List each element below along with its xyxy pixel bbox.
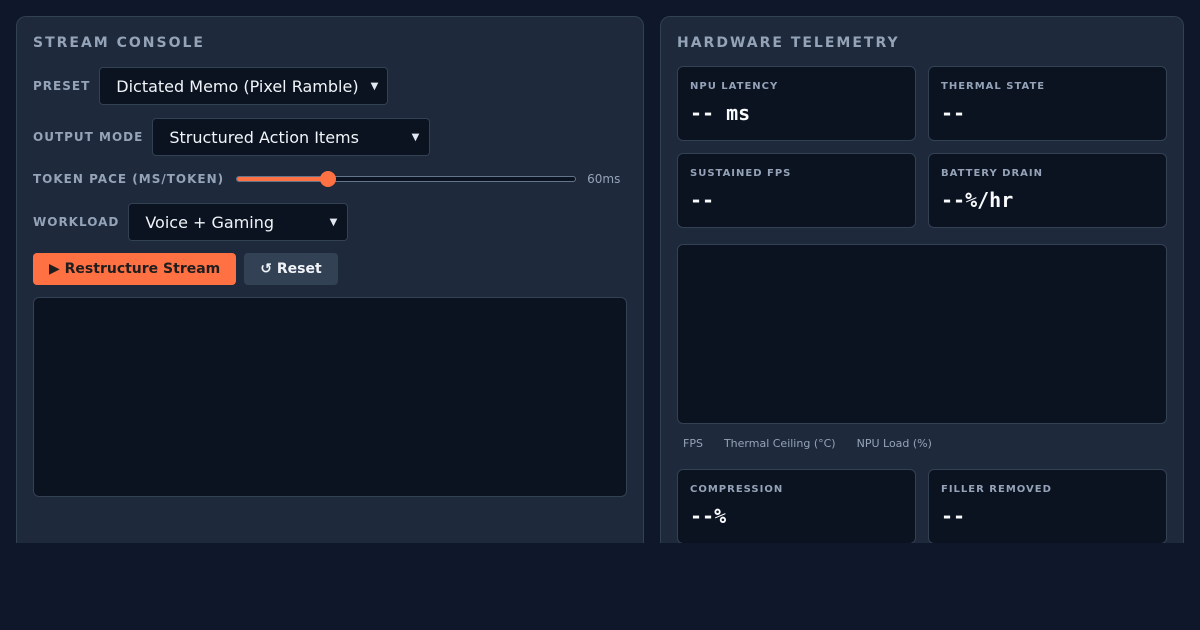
legend-item-npu-load: NPU Load (%) bbox=[856, 437, 932, 450]
stream-output-box bbox=[33, 297, 627, 497]
sustained-fps-card: SUSTAINED FPS -- bbox=[677, 153, 916, 228]
action-buttons: ▶ Restructure Stream ↺ Reset bbox=[33, 253, 338, 285]
legend-item-fps: FPS bbox=[683, 437, 703, 450]
preset-select[interactable]: Dictated Memo (Pixel Ramble) ▼ bbox=[99, 67, 389, 105]
workload-label: WORKLOAD bbox=[33, 215, 120, 229]
restructure-stream-button[interactable]: ▶ Restructure Stream bbox=[33, 253, 237, 285]
slider-thumb[interactable] bbox=[320, 171, 337, 187]
metric-value: --%/hr bbox=[941, 188, 1014, 212]
reset-button[interactable]: ↺ Reset bbox=[244, 253, 338, 285]
thermal-state-card: THERMAL STATE -- bbox=[928, 66, 1167, 141]
metric-label: SUSTAINED FPS bbox=[690, 168, 792, 179]
metric-value: -- bbox=[941, 504, 966, 528]
panel-title: STREAM CONSOLE bbox=[33, 35, 205, 51]
hardware-telemetry-panel: HARDWARE TELEMETRY NPU LATENCY -- ms THE… bbox=[660, 16, 1184, 543]
output-mode-select[interactable]: Structured Action Items ▼ bbox=[152, 118, 431, 156]
metric-label: THERMAL STATE bbox=[941, 81, 1046, 92]
workload-select[interactable]: Voice + Gaming ▼ bbox=[128, 203, 349, 241]
compression-card: COMPRESSION --% bbox=[677, 469, 916, 543]
preset-label: PRESET bbox=[33, 79, 91, 93]
slider-fill bbox=[237, 177, 329, 181]
metric-value: -- bbox=[690, 188, 715, 212]
battery-drain-card: BATTERY DRAIN --%/hr bbox=[928, 153, 1167, 228]
metric-label: NPU LATENCY bbox=[690, 81, 779, 92]
npu-latency-card: NPU LATENCY -- ms bbox=[677, 66, 916, 141]
metric-value: -- bbox=[941, 101, 966, 125]
workload-value: Voice + Gaming bbox=[145, 212, 275, 232]
stream-console-panel: STREAM CONSOLE PRESET Dictated Memo (Pix… bbox=[16, 16, 644, 543]
metric-label: COMPRESSION bbox=[690, 484, 784, 495]
token-pace-value: 60ms bbox=[587, 172, 621, 186]
metric-value: -- ms bbox=[690, 101, 751, 125]
telemetry-chart bbox=[677, 244, 1167, 424]
preset-value: Dictated Memo (Pixel Ramble) bbox=[116, 76, 359, 96]
token-pace-label: TOKEN PACE (MS/TOKEN) bbox=[33, 172, 225, 186]
metric-value: --% bbox=[690, 504, 727, 528]
output-mode-row: OUTPUT MODE Structured Action Items ▼ bbox=[33, 118, 431, 156]
chevron-down-icon: ▼ bbox=[329, 216, 338, 228]
output-mode-label: OUTPUT MODE bbox=[33, 130, 144, 144]
metric-label: FILLER REMOVED bbox=[941, 484, 1052, 495]
token-pace-row: TOKEN PACE (MS/TOKEN) 60ms bbox=[33, 171, 621, 187]
metric-label: BATTERY DRAIN bbox=[941, 168, 1043, 179]
filler-removed-card: FILLER REMOVED -- bbox=[928, 469, 1167, 543]
preset-row: PRESET Dictated Memo (Pixel Ramble) ▼ bbox=[33, 67, 389, 105]
chart-legend: FPS Thermal Ceiling (°C) NPU Load (%) bbox=[683, 437, 953, 450]
token-pace-slider[interactable] bbox=[236, 171, 577, 187]
output-mode-value: Structured Action Items bbox=[169, 127, 359, 147]
panel-title: HARDWARE TELEMETRY bbox=[677, 35, 900, 51]
chevron-down-icon: ▼ bbox=[411, 131, 420, 143]
chevron-down-icon: ▼ bbox=[370, 80, 379, 92]
legend-item-thermal-ceiling: Thermal Ceiling (°C) bbox=[723, 437, 836, 450]
workload-row: WORKLOAD Voice + Gaming ▼ bbox=[33, 203, 349, 241]
